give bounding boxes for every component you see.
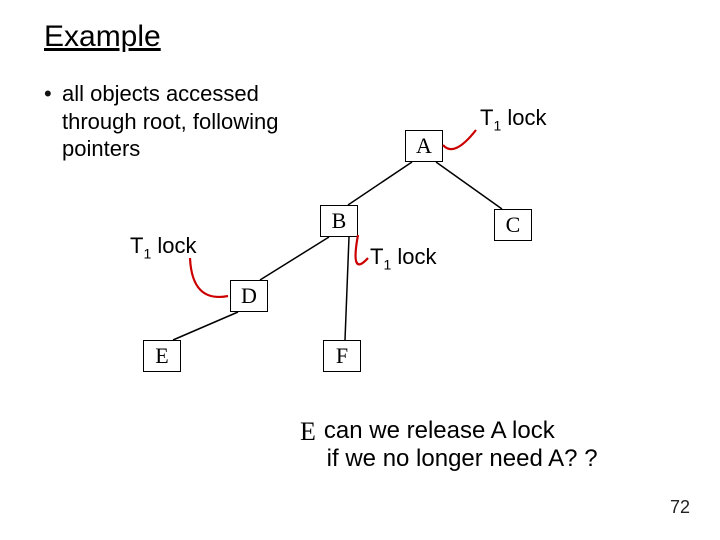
tree-node-e: E	[143, 340, 181, 372]
question-line-1: can we release A lock	[324, 417, 555, 444]
page-number: 72	[670, 497, 690, 518]
page-title: Example	[44, 20, 161, 54]
question-text: Ecan we release A lock if we no longer n…	[300, 415, 598, 473]
bullet-text: all objects accessed through root, follo…	[62, 80, 292, 163]
tree-node-c: C	[494, 209, 532, 241]
lock-label-d: T1 lock	[130, 233, 197, 261]
lock-label-a: T1 lock	[480, 105, 547, 133]
pointing-hand-icon: E	[300, 417, 316, 447]
bullet-marker: •	[44, 80, 62, 108]
tree-node-a: A	[405, 130, 443, 162]
tree-node-d: D	[230, 280, 268, 312]
bullet-item: •all objects accessed through root, foll…	[44, 80, 304, 163]
slide: { "title": "Example", "bullet": { "marke…	[0, 0, 720, 540]
tree-node-f: F	[323, 340, 361, 372]
lock-label-b: T1 lock	[370, 244, 437, 272]
question-line-2: if we no longer need A? ?	[327, 445, 598, 472]
tree-node-b: B	[320, 205, 358, 237]
